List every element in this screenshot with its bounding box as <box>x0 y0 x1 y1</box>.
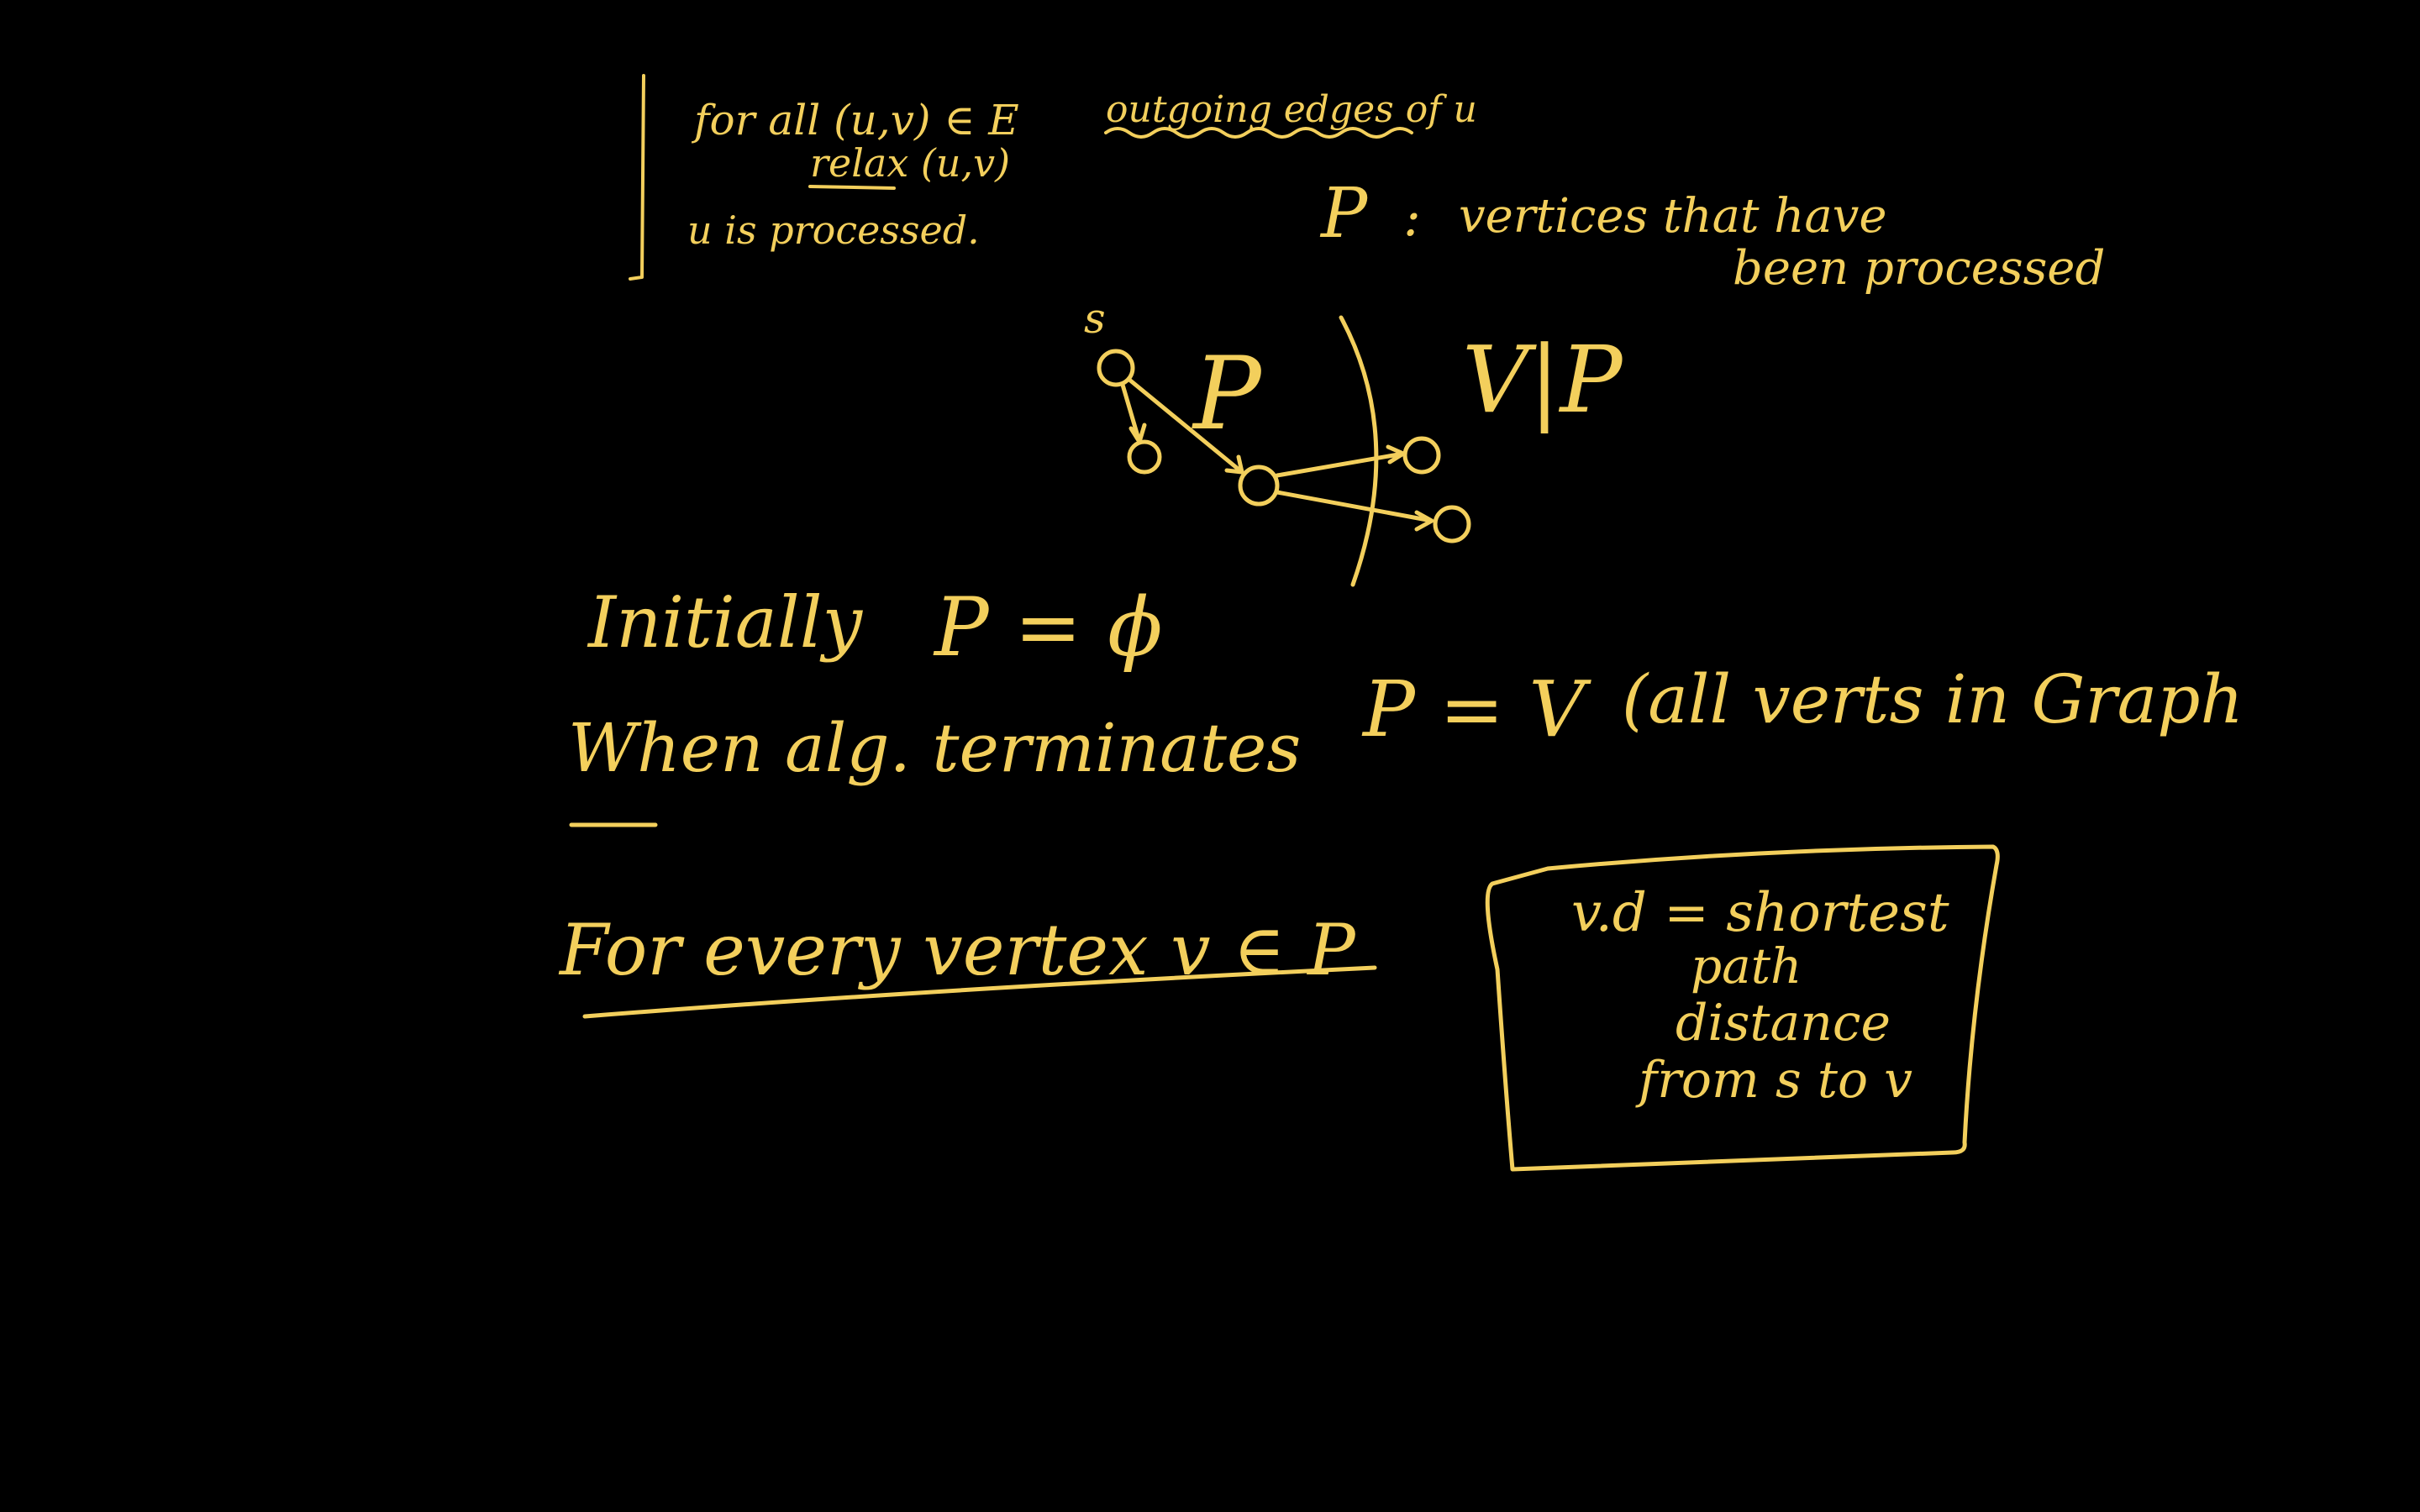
when-terminates-label: When alg. terminates <box>568 709 1301 787</box>
definition-colon: : <box>1403 186 1421 248</box>
definition-text-line2: been processed <box>1733 241 2105 296</box>
definition-block: P : vertices that have been processed <box>1319 174 2105 296</box>
initially-label: Initially <box>587 581 864 664</box>
graph-diagram: s P V|P <box>1084 294 1623 587</box>
frontier-vertex <box>1238 465 1280 507</box>
for-every-vertex-label: For every vertex v ∈ P <box>558 909 1356 991</box>
statements-block: Initially P = ϕ When alg. terminates P =… <box>558 580 2244 1019</box>
relax-underline <box>808 185 896 190</box>
shortest-path-note-box: v.d = shortest path distance from s to v <box>1485 844 2000 1172</box>
pseudocode-line-relax: relax (u,v) <box>810 140 1010 186</box>
note-line-1: v.d = shortest <box>1571 882 1949 944</box>
left-set-label: P <box>1192 336 1263 453</box>
pseudocode-line-for-all: for all (u,v) ∈ E <box>691 96 1019 144</box>
definition-text-line1: vertices that have <box>1459 189 1887 244</box>
right-set-label: V|P <box>1462 326 1623 433</box>
initially-expression: P = ϕ <box>933 580 1163 675</box>
edge-s-to-processed <box>1120 382 1147 444</box>
definition-symbol-p: P <box>1319 174 1369 254</box>
processed-vertex <box>1127 439 1162 475</box>
source-vertex-label: s <box>1084 294 1106 343</box>
pseudocode-line-processed: u is processed. <box>687 207 980 253</box>
edge-frontier-to-lower <box>1275 490 1434 532</box>
termination-note: (all verts in Graph <box>1622 660 2244 738</box>
unprocessed-vertex-lower <box>1433 505 1471 543</box>
pseudocode-bracket <box>629 74 645 281</box>
unprocessed-vertex-upper <box>1402 436 1441 475</box>
termination-expression: P = V <box>1361 664 1591 754</box>
note-line-4: from s to v <box>1635 1051 1912 1110</box>
note-line-2: path <box>1691 937 1802 995</box>
note-line-3: distance <box>1676 994 1891 1053</box>
whiteboard-canvas: for all (u,v) ∈ E outgoing edges of u re… <box>558 74 2244 1172</box>
cut-divider-curve <box>1339 315 1379 587</box>
pseudocode-outgoing-edges-note: outgoing edges of u <box>1106 88 1477 131</box>
edge-frontier-to-upper <box>1275 444 1406 478</box>
